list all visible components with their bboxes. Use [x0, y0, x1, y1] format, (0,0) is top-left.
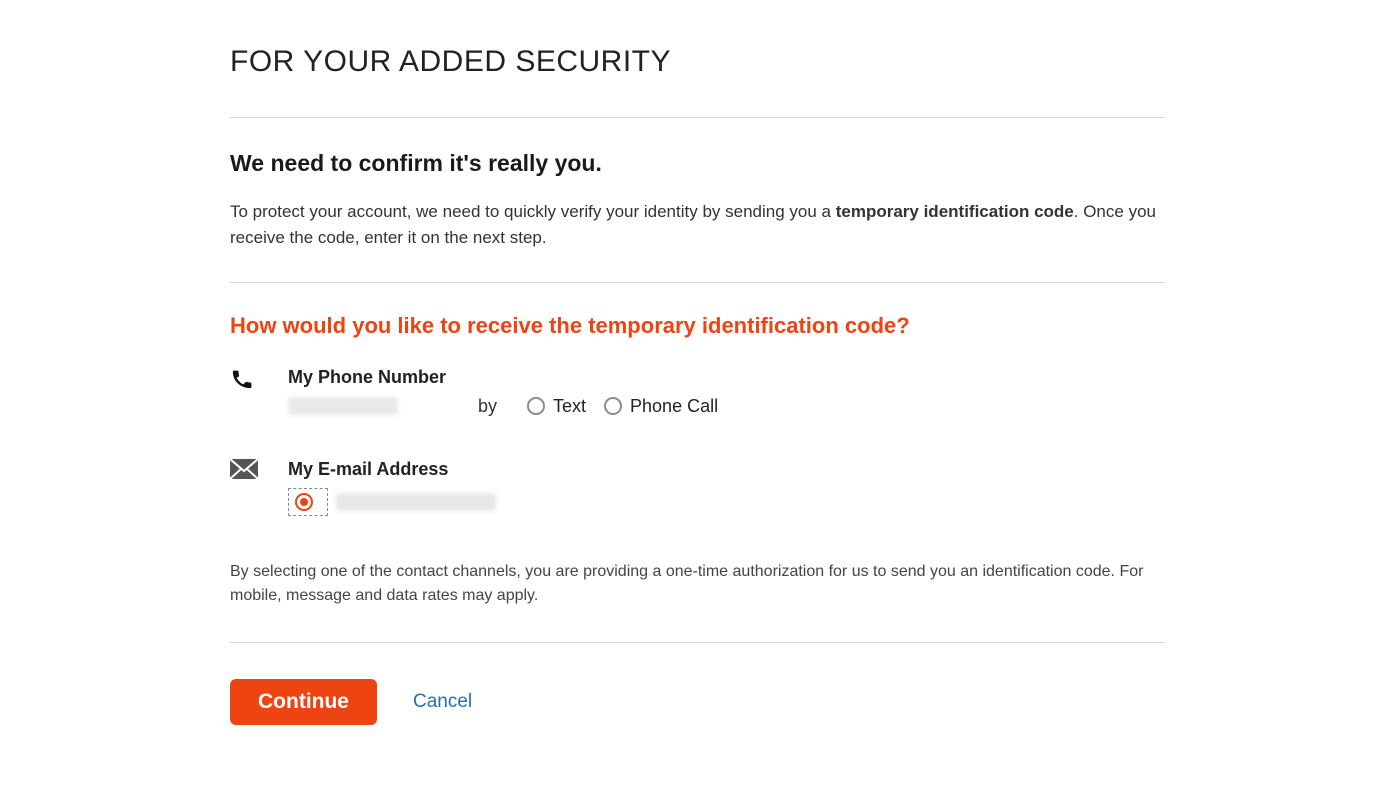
disclaimer-text: By selecting one of the contact channels… [230, 532, 1165, 642]
delivery-question: How would you like to receive the tempor… [230, 283, 1165, 359]
security-verification-panel: FOR YOUR ADDED SECURITY We need to confi… [230, 45, 1165, 725]
mail-icon [230, 459, 258, 484]
cancel-link[interactable]: Cancel [413, 691, 472, 713]
radio-option-phone-call[interactable]: Phone Call [604, 396, 718, 417]
option-email: My E-mail Address [230, 451, 1165, 532]
radio-option-text[interactable]: Text [527, 396, 586, 417]
radio-option-email[interactable] [288, 488, 328, 516]
intro-section: We need to confirm it's really you. To p… [230, 118, 1165, 282]
email-label: My E-mail Address [288, 459, 1165, 480]
phone-icon [230, 367, 258, 396]
confirm-heading: We need to confirm it's really you. [230, 150, 1165, 177]
intro-prefix: To protect your account, we need to quic… [230, 202, 836, 221]
phone-label: My Phone Number [288, 367, 1165, 388]
action-bar: Continue Cancel [230, 643, 1165, 725]
radio-label-text: Text [553, 396, 586, 417]
radio-circle-email[interactable] [295, 493, 313, 511]
continue-button[interactable]: Continue [230, 679, 377, 725]
intro-text: To protect your account, we need to quic… [230, 199, 1165, 252]
intro-bold: temporary identification code [836, 202, 1074, 221]
radio-circle-text[interactable] [527, 397, 545, 415]
phone-number-redacted [288, 397, 398, 415]
page-title: FOR YOUR ADDED SECURITY [230, 45, 1165, 79]
email-address-redacted [336, 493, 496, 511]
radio-label-phone-call: Phone Call [630, 396, 718, 417]
radio-circle-phone-call[interactable] [604, 397, 622, 415]
option-phone: My Phone Number by Text Phone Call [230, 359, 1165, 433]
phone-by-label: by [478, 396, 497, 417]
